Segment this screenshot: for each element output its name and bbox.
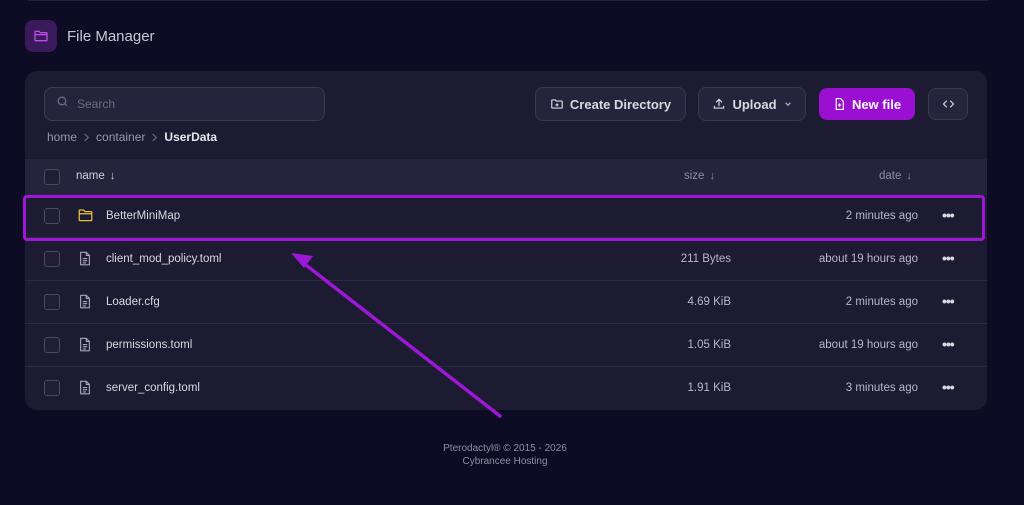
chevron-right-icon xyxy=(83,133,90,142)
select-all-checkbox[interactable] xyxy=(44,169,60,185)
file-size: 211 Bytes xyxy=(680,253,731,265)
file-name[interactable]: BetterMiniMap xyxy=(106,210,180,222)
file-name[interactable]: permissions.toml xyxy=(106,339,192,351)
file-name[interactable]: client_mod_policy.toml xyxy=(106,253,221,265)
code-icon xyxy=(942,98,955,110)
file-name[interactable]: Loader.cfg xyxy=(106,296,160,308)
upload-icon xyxy=(712,97,726,111)
breadcrumb-item-home[interactable]: home xyxy=(47,130,77,144)
file-date: about 19 hours ago xyxy=(818,339,918,351)
chevron-down-icon xyxy=(784,100,792,108)
top-divider xyxy=(28,0,988,1)
file-plus-icon xyxy=(833,97,846,111)
table-row[interactable]: client_mod_policy.toml 211 Bytes about 1… xyxy=(25,238,987,281)
file-icon xyxy=(78,251,92,266)
row-checkbox[interactable] xyxy=(44,251,60,267)
file-icon xyxy=(78,337,92,352)
sort-arrow-icon: ↓ xyxy=(906,170,912,182)
new-file-label: New file xyxy=(851,96,902,112)
search-box[interactable] xyxy=(44,87,325,121)
table-row[interactable]: server_config.toml 1.91 KiB 3 minutes ag… xyxy=(25,367,987,410)
column-size-header[interactable]: size ↓ xyxy=(684,170,715,182)
more-options-icon[interactable]: ••• xyxy=(942,380,955,394)
file-size: 1.05 KiB xyxy=(687,339,731,351)
more-options-icon[interactable]: ••• xyxy=(942,337,955,351)
upload-button[interactable]: Upload xyxy=(698,87,806,121)
folder-icon xyxy=(25,20,57,52)
breadcrumb: home container UserData xyxy=(47,130,217,144)
file-date: about 19 hours ago xyxy=(818,253,918,265)
footer-hosting: Cybrancee Hosting xyxy=(462,456,548,467)
more-options-icon[interactable]: ••• xyxy=(942,251,955,265)
sort-arrow-icon: ↓ xyxy=(709,170,715,182)
footer: Pterodactyl® © 2015 - 2026 Cybrancee Hos… xyxy=(0,442,1010,468)
footer-copyright: Pterodactyl® © 2015 - 2026 xyxy=(443,443,567,454)
table-row[interactable]: BetterMiniMap 2 minutes ago ••• xyxy=(25,195,987,238)
search-input[interactable] xyxy=(77,97,297,111)
row-checkbox[interactable] xyxy=(44,380,60,396)
row-checkbox[interactable] xyxy=(44,208,60,224)
upload-label: Upload xyxy=(732,96,777,112)
file-date: 2 minutes ago xyxy=(845,296,918,308)
code-view-button[interactable] xyxy=(928,88,968,120)
create-directory-button[interactable]: Create Directory xyxy=(535,87,686,121)
breadcrumb-item-container[interactable]: container xyxy=(96,130,145,144)
column-size-label: size xyxy=(684,170,705,182)
more-options-icon[interactable]: ••• xyxy=(942,208,955,222)
file-date: 3 minutes ago xyxy=(845,382,918,394)
column-name-header[interactable]: name ↓ xyxy=(76,170,115,182)
new-file-button[interactable]: New file xyxy=(819,88,915,120)
folder-icon xyxy=(78,208,93,222)
row-checkbox[interactable] xyxy=(44,294,60,310)
row-checkbox[interactable] xyxy=(44,337,60,353)
file-size: 1.91 KiB xyxy=(687,382,731,394)
column-date-header[interactable]: date ↓ xyxy=(879,170,912,182)
file-name[interactable]: server_config.toml xyxy=(106,382,200,394)
file-date: 2 minutes ago xyxy=(845,210,918,222)
table-row[interactable]: permissions.toml 1.05 KiB about 19 hours… xyxy=(25,324,987,367)
file-icon xyxy=(78,294,92,309)
column-name-label: name xyxy=(76,170,105,182)
file-manager-panel: Create Directory Upload New file home co… xyxy=(25,71,987,410)
search-icon xyxy=(56,95,69,113)
folder-plus-icon xyxy=(550,97,564,111)
file-size: 4.69 KiB xyxy=(687,296,731,308)
file-icon xyxy=(78,380,92,395)
table-header: name ↓ size ↓ date ↓ xyxy=(25,159,987,195)
sort-arrow-icon: ↓ xyxy=(109,170,116,182)
table-row[interactable]: Loader.cfg 4.69 KiB 2 minutes ago ••• xyxy=(25,281,987,324)
more-options-icon[interactable]: ••• xyxy=(942,294,955,308)
page-title: File Manager xyxy=(67,27,155,45)
create-directory-label: Create Directory xyxy=(569,96,672,112)
page-header: File Manager xyxy=(25,20,155,52)
column-date-label: date xyxy=(879,170,902,182)
breadcrumb-current: UserData xyxy=(164,130,218,144)
chevron-right-icon xyxy=(151,133,158,142)
